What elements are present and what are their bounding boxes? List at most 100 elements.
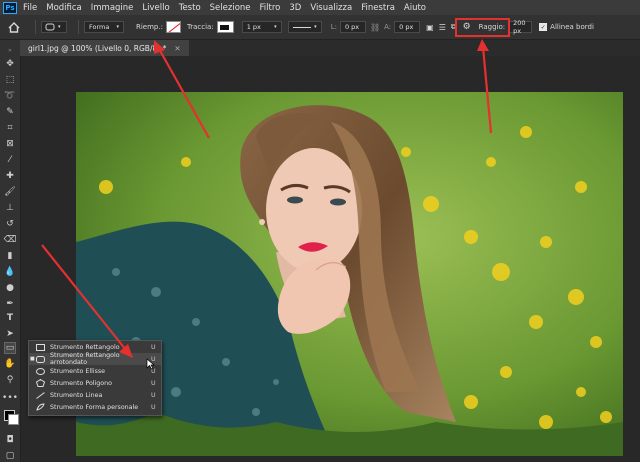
menu-modifica[interactable]: Modifica xyxy=(46,3,82,13)
screen-mode-icon[interactable]: ▢ xyxy=(4,450,16,462)
dodge-tool-icon[interactable]: ● xyxy=(4,282,16,294)
flyout-item-custom-shape[interactable]: Strumento Forma personale U xyxy=(29,401,161,413)
radius-highlight-box xyxy=(455,18,510,37)
menu-finestra[interactable]: Finestra xyxy=(361,3,395,13)
shape-tool-flyout: Strumento Rettangolo U ■ Strumento Retta… xyxy=(28,340,162,416)
selected-bullet-icon: ■ xyxy=(30,356,35,362)
flyout-item-shortcut: U xyxy=(151,379,156,387)
clone-stamp-tool-icon[interactable]: ⊥ xyxy=(4,202,16,214)
healing-brush-tool-icon[interactable]: ✚ xyxy=(4,170,16,182)
polygon-icon xyxy=(35,379,45,388)
rounded-rectangle-icon xyxy=(35,355,45,364)
menu-visualizza[interactable]: Visualizza xyxy=(310,3,352,13)
frame-tool-icon[interactable]: ⊠ xyxy=(4,138,16,150)
height-label: A: xyxy=(384,23,392,31)
eyedropper-tool-icon[interactable]: ⁄ xyxy=(4,154,16,166)
rounded-rectangle-preset-icon: ▾ xyxy=(41,21,67,33)
document-tab-bar: girl1.jpg @ 100% (Livello 0, RGB/8) * ✕ xyxy=(20,40,640,56)
flyout-item-label: Strumento Ellisse xyxy=(50,367,106,375)
align-edges-label: Allinea bordi xyxy=(550,23,594,31)
quick-mask-icon[interactable]: ◘ xyxy=(4,434,16,446)
tools-panel: » ✥ ⬚ ➰ ✎ ⌗ ⊠ ⁄ ✚ 🖌 ⊥ ↺ ⌫ ▮ 💧 ● ✒ T ➤ ▭ … xyxy=(0,40,21,462)
stroke-type-line xyxy=(292,26,311,28)
document-tab[interactable]: girl1.jpg @ 100% (Livello 0, RGB/8) * ✕ xyxy=(20,40,189,56)
radius-value: 200 px xyxy=(513,19,526,35)
path-selection-tool-icon[interactable]: ➤ xyxy=(4,328,16,340)
menu-aiuto[interactable]: Aiuto xyxy=(404,3,426,13)
more-tools-icon[interactable]: ••• xyxy=(2,392,18,404)
flyout-item-line[interactable]: Strumento Linea U xyxy=(29,389,161,401)
stroke-width-value: 1 px xyxy=(246,23,261,31)
panel-collapse-icon[interactable]: » xyxy=(4,44,16,56)
chevron-down-icon: ▾ xyxy=(116,24,119,30)
crop-tool-icon[interactable]: ⌗ xyxy=(4,122,16,134)
cursor-icon xyxy=(146,358,155,370)
stroke-type-select[interactable]: ▾ xyxy=(287,21,322,33)
align-edges-checkbox[interactable]: ✓ xyxy=(539,23,548,31)
rectangle-icon xyxy=(35,343,45,352)
options-bar: ▾ Forma ▾ Riemp.: Traccia: 1 px ▾ ▾ L: 0… xyxy=(0,15,640,40)
width-value: 0 px xyxy=(344,23,360,31)
mode-select[interactable]: Forma ▾ xyxy=(84,21,124,33)
flyout-item-polygon[interactable]: Strumento Poligono U xyxy=(29,377,161,389)
menu-selezione[interactable]: Selezione xyxy=(210,3,251,13)
flyout-item-label: Strumento Forma personale xyxy=(50,403,139,411)
move-tool-icon[interactable]: ✥ xyxy=(4,58,16,70)
divider xyxy=(35,20,36,34)
chevron-down-icon: ▾ xyxy=(314,24,317,30)
flyout-item-rounded-rectangle[interactable]: ■ Strumento Rettangolo arrotondato U xyxy=(29,352,161,366)
menu-file[interactable]: File xyxy=(23,3,37,13)
brush-tool-icon[interactable]: 🖌 xyxy=(4,186,16,198)
divider xyxy=(78,20,79,34)
flyout-item-label: Strumento Linea xyxy=(50,391,103,399)
menu-immagine[interactable]: Immagine xyxy=(91,3,134,13)
chevron-down-icon: ▾ xyxy=(274,24,277,30)
custom-shape-icon xyxy=(35,403,45,412)
hand-tool-icon[interactable]: ✋ xyxy=(4,358,16,370)
marquee-tool-icon[interactable]: ⬚ xyxy=(4,74,16,86)
history-brush-tool-icon[interactable]: ↺ xyxy=(4,218,16,230)
width-label: L: xyxy=(330,23,337,31)
width-field[interactable]: 0 px xyxy=(339,21,366,33)
path-operations-icon[interactable]: ▣ xyxy=(426,23,434,32)
flyout-item-label: Strumento Poligono xyxy=(50,379,112,387)
height-field[interactable]: 0 px xyxy=(394,21,421,33)
flyout-item-label: Strumento Rettangolo arrotondato xyxy=(50,352,120,366)
menu-livello[interactable]: Livello xyxy=(142,3,169,13)
stroke-label: Traccia: xyxy=(186,23,214,31)
flyout-item-shortcut: U xyxy=(151,343,156,351)
document-tab-title: girl1.jpg @ 100% (Livello 0, RGB/8) * xyxy=(28,43,167,53)
tool-preset-picker[interactable]: ▾ xyxy=(41,21,67,33)
fill-label: Riemp.: xyxy=(136,23,163,31)
menu-filtro[interactable]: Filtro xyxy=(260,3,281,13)
home-icon[interactable] xyxy=(8,21,20,33)
chevron-down-icon: ▾ xyxy=(58,24,61,30)
menu-bar: Ps File Modifica Immagine Livello Testo … xyxy=(0,0,640,15)
link-icon[interactable]: ⛓ xyxy=(370,23,380,32)
stroke-width-field[interactable]: 1 px ▾ xyxy=(241,21,282,33)
gradient-tool-icon[interactable]: ▮ xyxy=(4,250,16,262)
ellipse-icon xyxy=(35,367,45,376)
type-tool-icon[interactable]: T xyxy=(4,312,16,324)
mode-value: Forma xyxy=(89,23,110,31)
radius-field[interactable]: 200 px xyxy=(508,19,533,35)
flyout-item-ellipse[interactable]: Strumento Ellisse U xyxy=(29,365,161,377)
fill-swatch[interactable] xyxy=(165,21,181,33)
blur-tool-icon[interactable]: 💧 xyxy=(4,266,16,278)
shape-tool-icon[interactable]: ▭ xyxy=(4,342,16,354)
line-icon xyxy=(35,391,45,400)
background-color-swatch[interactable] xyxy=(8,414,19,425)
menu-3d[interactable]: 3D xyxy=(289,3,301,13)
flyout-item-label: Strumento Rettangolo xyxy=(50,343,120,351)
path-alignment-icon[interactable]: ☰ xyxy=(439,23,446,32)
stroke-swatch[interactable] xyxy=(216,21,234,33)
close-icon[interactable]: ✕ xyxy=(174,44,180,53)
flyout-item-shortcut: U xyxy=(151,403,156,411)
eraser-tool-icon[interactable]: ⌫ xyxy=(4,234,17,246)
lasso-tool-icon[interactable]: ➰ xyxy=(4,90,16,102)
quick-selection-tool-icon[interactable]: ✎ xyxy=(4,106,16,118)
pen-tool-icon[interactable]: ✒ xyxy=(4,298,16,310)
zoom-tool-icon[interactable]: ⚲ xyxy=(4,374,16,386)
height-value: 0 px xyxy=(399,23,414,31)
menu-testo[interactable]: Testo xyxy=(179,3,201,13)
